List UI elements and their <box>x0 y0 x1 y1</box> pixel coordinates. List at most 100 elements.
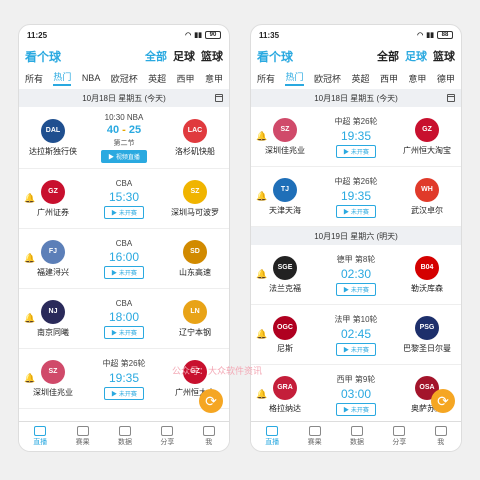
not-started-button[interactable]: ▶ 未开赛 <box>104 265 144 279</box>
match-row[interactable]: 🔔 SGE 法兰克福 德甲 第8轮 02:30 ▶ 未开赛 B04 勒沃库森 <box>251 245 461 305</box>
tab-label: 我 <box>437 439 445 446</box>
wifi-icon: ◠ <box>417 32 424 39</box>
not-started-button[interactable]: ▶ 未开赛 <box>336 204 376 218</box>
home-team: 法兰克福 <box>269 283 301 293</box>
sport-tab-basketball[interactable]: 篮球 <box>201 48 223 64</box>
not-started-button[interactable]: ▶ 未开赛 <box>104 386 144 400</box>
match-row[interactable]: 🔔 OGC 尼斯 法甲 第10轮 02:45 ▶ 未开赛 PSG 巴黎圣日尔曼 <box>251 305 461 365</box>
match-row[interactable]: DAL 达拉斯独行侠 10:30 NBA 40 - 25 第二节 ▶ 视频直播 L… <box>19 107 229 169</box>
status-time: 11:35 <box>259 30 280 40</box>
not-started-button[interactable]: ▶ 未开赛 <box>336 402 376 416</box>
match-score: 40 - 25 <box>107 124 141 136</box>
league-tab[interactable]: 英超 <box>148 72 166 85</box>
tab-share[interactable]: 分享 <box>392 426 406 447</box>
tab-share[interactable]: 分享 <box>160 426 174 447</box>
tab-data[interactable]: 数据 <box>350 426 364 447</box>
video-live-button[interactable]: ▶ 视频直播 <box>101 149 147 163</box>
date-label: 10月19日 星期六 (明天) <box>314 231 398 241</box>
tab-results[interactable]: 赛果 <box>308 426 322 447</box>
left-phone-screen: 11:25 ◠ ▮▮ 90 看个球 全部 足球 篮球 所有 热门 NBA 欧冠杯 英… <box>18 24 230 452</box>
tab-results[interactable]: 赛果 <box>76 426 90 447</box>
league-tab[interactable]: 热门 <box>285 70 304 86</box>
home-team: 深圳佳兆业 <box>265 145 305 155</box>
match-league: 法甲 第10轮 <box>334 314 378 324</box>
match-row[interactable]: 🔔 GZ 广州证券 CBA 15:30 ▶ 未开赛 SZ 深圳马可波罗 <box>19 169 229 229</box>
league-tab[interactable]: 欧冠杯 <box>111 72 138 85</box>
battery-icon: 88 <box>437 31 453 39</box>
sport-tab-all[interactable]: 全部 <box>145 48 167 64</box>
match-time: 03:00 <box>340 386 372 401</box>
away-team: 山东高速 <box>179 267 211 277</box>
team-logo-icon: TJ <box>273 177 297 202</box>
match-row[interactable]: 🔔 NJ 南京同曦 CBA 18:00 ▶ 未开赛 LN 辽宁本钢 <box>19 289 229 349</box>
match-league: 德甲 第8轮 <box>336 254 376 264</box>
sport-tab-all[interactable]: 全部 <box>377 48 399 64</box>
tab-me[interactable]: 我 <box>202 426 215 447</box>
team-logo-icon: SGE <box>273 255 297 280</box>
tab-live[interactable]: 直播 <box>33 426 47 447</box>
bell-icon[interactable]: 🔔 <box>256 389 267 399</box>
tab-data[interactable]: 数据 <box>118 426 132 447</box>
right-phone-screen: 11:35 ◠ ▮▮ 88 看个球 全部 足球 篮球 所有 热门 欧冠杯 英超 西甲… <box>250 24 462 452</box>
refresh-icon[interactable]: ⟳ <box>199 389 223 413</box>
date-header: 10月19日 星期六 (明天) <box>251 227 461 245</box>
bell-icon[interactable]: 🔔 <box>24 253 35 263</box>
team-logo-icon: SZ <box>273 117 297 142</box>
team-logo-icon: SZ <box>41 359 65 384</box>
league-tab[interactable]: 西甲 <box>177 72 195 85</box>
refresh-icon[interactable]: ⟳ <box>431 389 455 413</box>
league-tab[interactable]: 意甲 <box>205 72 223 85</box>
bell-icon[interactable]: 🔔 <box>256 191 267 201</box>
tab-me[interactable]: 我 <box>434 426 447 447</box>
sport-tab-basketball[interactable]: 篮球 <box>433 48 455 64</box>
match-league: 中超 第26轮 <box>334 176 378 186</box>
match-row[interactable]: 🔔 SZ 深圳佳兆业 中超 第26轮 19:35 ▶ 未开赛 GZ 广州恒大淘宝 <box>251 107 461 167</box>
bell-icon[interactable]: 🔔 <box>24 373 35 383</box>
team-logo-icon: FJ <box>41 239 65 264</box>
not-started-button[interactable]: ▶ 未开赛 <box>336 282 376 296</box>
score-separator: - <box>122 123 126 136</box>
not-started-button[interactable]: ▶ 未开赛 <box>336 144 376 158</box>
league-tab[interactable]: 欧冠杯 <box>314 72 341 85</box>
away-score: 25 <box>128 123 142 136</box>
league-tab[interactable]: 西甲 <box>380 72 398 85</box>
calendar-icon[interactable] <box>447 94 455 102</box>
league-tab[interactable]: 所有 <box>25 72 43 85</box>
league-tab[interactable]: NBA <box>82 73 101 83</box>
share-icon <box>161 426 174 436</box>
match-row[interactable]: 🔔 FJ 福建浔兴 CBA 16:00 ▶ 未开赛 SD 山东高速 <box>19 229 229 289</box>
date-header: 10月18日 星期五 (今天) <box>19 89 229 107</box>
match-row[interactable]: 🔔 TJ 天津天海 中超 第26轮 19:35 ▶ 未开赛 WH 武汉卓尔 <box>251 167 461 227</box>
match-row[interactable]: 🔔 GRA 格拉纳达 西甲 第9轮 03:00 ▶ 未开赛 OSA 奥萨苏纳 <box>251 365 461 425</box>
bell-icon[interactable]: 🔔 <box>24 193 35 203</box>
match-time: 16:00 <box>108 249 140 264</box>
tab-live[interactable]: 直播 <box>265 426 279 447</box>
bell-icon[interactable]: 🔔 <box>256 329 267 339</box>
league-tab[interactable]: 意甲 <box>408 72 426 85</box>
app-title: 看个球 <box>257 49 294 64</box>
league-tab[interactable]: 英超 <box>351 72 369 85</box>
bell-icon[interactable]: 🔔 <box>24 313 35 323</box>
bell-icon[interactable]: 🔔 <box>256 131 267 141</box>
match-time: 19:35 <box>340 188 372 203</box>
league-tab[interactable]: 热门 <box>53 70 72 86</box>
calendar-icon[interactable] <box>215 94 223 102</box>
match-time: 19:35 <box>340 128 372 143</box>
not-started-button[interactable]: ▶ 未开赛 <box>336 342 376 356</box>
team-logo-icon: DAL <box>41 118 65 143</box>
sport-tab-football[interactable]: 足球 <box>173 48 195 64</box>
tv-icon <box>34 426 47 436</box>
match-league: 中超 第26轮 <box>102 358 146 368</box>
sport-tab-football[interactable]: 足球 <box>405 48 427 64</box>
match-row[interactable]: 🔔 SZ 深圳佳兆业 中超 第26轮 19:35 ▶ 未开赛 GZ 广州恒大大 <box>19 349 229 409</box>
not-started-button[interactable]: ▶ 未开赛 <box>104 205 144 219</box>
team-logo-icon: PSG <box>415 315 439 340</box>
signal-icon: ▮▮ <box>426 32 434 39</box>
tab-label: 赛果 <box>75 439 90 446</box>
home-team: 达拉斯独行侠 <box>29 146 77 156</box>
league-tab[interactable]: 德甲 <box>437 72 455 85</box>
league-tab[interactable]: 所有 <box>257 72 275 85</box>
signal-icon: ▮▮ <box>194 32 202 39</box>
bell-icon[interactable]: 🔔 <box>256 269 267 279</box>
not-started-button[interactable]: ▶ 未开赛 <box>104 325 144 339</box>
